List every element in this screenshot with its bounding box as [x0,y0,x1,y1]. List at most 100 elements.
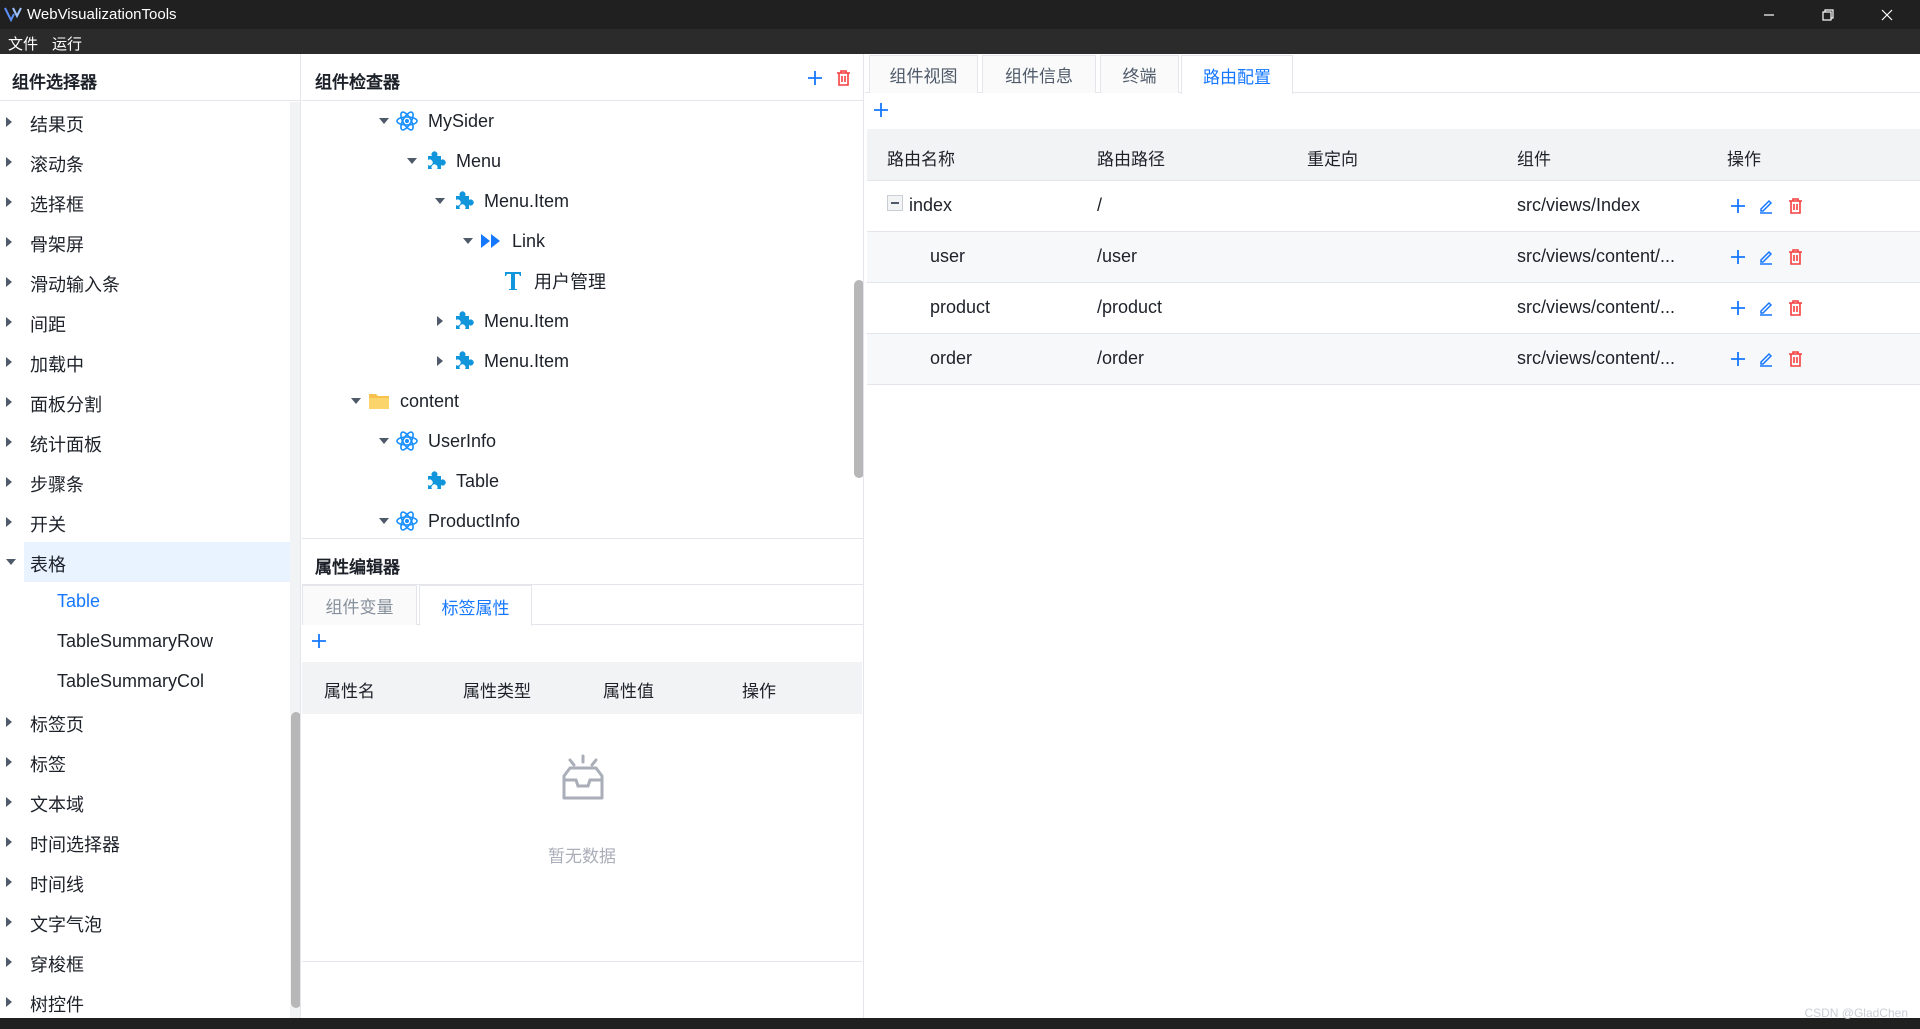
tab-component-view[interactable]: 组件视图 [869,55,978,93]
restore-button[interactable] [1799,0,1857,29]
component-category-item[interactable]: 时间选择器 [0,822,290,862]
route-row[interactable]: order/order src/views/content/... [867,334,1920,385]
delete-node-button[interactable] [834,69,852,87]
delete-route-button[interactable] [1784,348,1806,370]
caret-right-icon[interactable] [6,357,12,367]
tab-component-variables[interactable]: 组件变量 [302,585,417,625]
edit-route-button[interactable] [1755,348,1777,370]
component-category-item[interactable]: 表格 [6,542,290,582]
tab-component-info[interactable]: 组件信息 [982,55,1096,93]
caret-right-icon[interactable] [430,356,450,366]
caret-right-icon[interactable] [6,277,12,287]
inspector-node[interactable]: Menu.Item [430,301,569,341]
delete-route-button[interactable] [1784,246,1806,268]
menu-run[interactable]: 运行 [52,33,82,54]
component-category-item[interactable]: 穿梭框 [0,942,290,982]
route-row[interactable]: user/user src/views/content/... [867,232,1920,283]
component-category-item[interactable]: 文本域 [0,782,290,822]
caret-right-icon[interactable] [6,877,12,887]
component-category-item[interactable]: 标签 [0,742,290,782]
delete-route-button[interactable] [1784,297,1806,319]
inspector-scrollbar-thumb[interactable] [854,280,863,478]
route-row[interactable]: product/product src/views/content/... [867,283,1920,334]
caret-right-icon[interactable] [6,837,12,847]
component-category-item[interactable]: 面板分割 [0,382,290,422]
component-category-item[interactable]: 加载中 [0,342,290,382]
edit-route-button[interactable] [1755,195,1777,217]
component-category-item[interactable]: 标签页 [0,702,290,742]
component-category-item[interactable]: 滚动条 [0,142,290,182]
add-child-route-button[interactable] [1727,348,1749,370]
inspector-node[interactable]: Table [402,461,499,501]
inspector-scrollbar[interactable] [853,102,863,538]
component-category-item[interactable]: 骨架屏 [0,222,290,262]
caret-right-icon[interactable] [430,316,450,326]
add-property-button[interactable] [310,632,328,650]
inspector-node[interactable]: 用户管理 [480,261,606,301]
route-row[interactable]: index / src/views/Index [867,181,1920,232]
component-category-item[interactable]: 统计面板 [0,422,290,462]
inspector-node[interactable]: UserInfo [374,421,496,461]
component-category-item[interactable]: 树控件 [0,982,290,1018]
col-attr-type: 属性类型 [463,682,531,701]
caret-right-icon[interactable] [6,917,12,927]
inspector-node[interactable]: Link [458,221,545,261]
tab-tag-attributes[interactable]: 标签属性 [419,585,532,626]
caret-right-icon[interactable] [6,397,12,407]
inspector-node[interactable]: ProductInfo [374,501,520,538]
add-route-button[interactable] [872,101,890,119]
component-category-item[interactable]: 间距 [0,302,290,342]
caret-down-icon[interactable] [402,158,422,164]
inspector-node[interactable]: Menu.Item [430,181,569,221]
minimize-button[interactable] [1740,0,1798,29]
caret-down-icon[interactable] [458,238,478,244]
caret-right-icon[interactable] [6,317,12,327]
caret-right-icon[interactable] [6,717,12,727]
left-scrollbar[interactable] [290,102,300,1018]
caret-right-icon[interactable] [6,197,12,207]
component-category-item[interactable]: 开关 [0,502,290,542]
caret-right-icon[interactable] [6,957,12,967]
add-node-button[interactable] [806,69,824,87]
caret-right-icon[interactable] [6,757,12,767]
caret-right-icon[interactable] [6,157,12,167]
edit-route-button[interactable] [1755,297,1777,319]
menu-file[interactable]: 文件 [8,33,38,54]
component-item[interactable]: TableSummaryRow [0,622,290,662]
caret-down-icon[interactable] [374,118,394,124]
caret-right-icon[interactable] [6,517,12,527]
component-category-item[interactable]: 结果页 [0,102,290,142]
component-category-item[interactable]: 步骤条 [0,462,290,502]
caret-right-icon[interactable] [6,237,12,247]
add-child-route-button[interactable] [1727,246,1749,268]
add-child-route-button[interactable] [1727,297,1749,319]
caret-right-icon[interactable] [6,997,12,1007]
delete-route-button[interactable] [1784,195,1806,217]
left-scrollbar-thumb[interactable] [291,712,300,1008]
component-category-item[interactable]: 文字气泡 [0,902,290,942]
component-item[interactable]: Table [0,582,290,622]
collapse-row-icon[interactable] [887,195,903,211]
close-window-button[interactable] [1858,0,1916,29]
caret-right-icon[interactable] [6,797,12,807]
component-category-item[interactable]: 滑动输入条 [0,262,290,302]
tab-terminal[interactable]: 终端 [1100,55,1179,93]
caret-down-icon[interactable] [6,559,16,565]
caret-down-icon[interactable] [346,398,366,404]
caret-right-icon[interactable] [6,477,12,487]
caret-right-icon[interactable] [6,437,12,447]
tab-route-config[interactable]: 路由配置 [1181,55,1293,94]
caret-right-icon[interactable] [6,117,12,127]
add-child-route-button[interactable] [1727,195,1749,217]
caret-down-icon[interactable] [374,438,394,444]
component-category-item[interactable]: 时间线 [0,862,290,902]
caret-down-icon[interactable] [374,518,394,524]
edit-route-button[interactable] [1755,246,1777,268]
inspector-node[interactable]: Menu.Item [430,341,569,381]
caret-down-icon[interactable] [430,198,450,204]
inspector-node[interactable]: Menu [402,141,501,181]
component-item[interactable]: TableSummaryCol [0,662,290,702]
inspector-node[interactable]: MySider [374,101,494,141]
component-category-item[interactable]: 选择框 [0,182,290,222]
inspector-node[interactable]: content [346,381,459,421]
